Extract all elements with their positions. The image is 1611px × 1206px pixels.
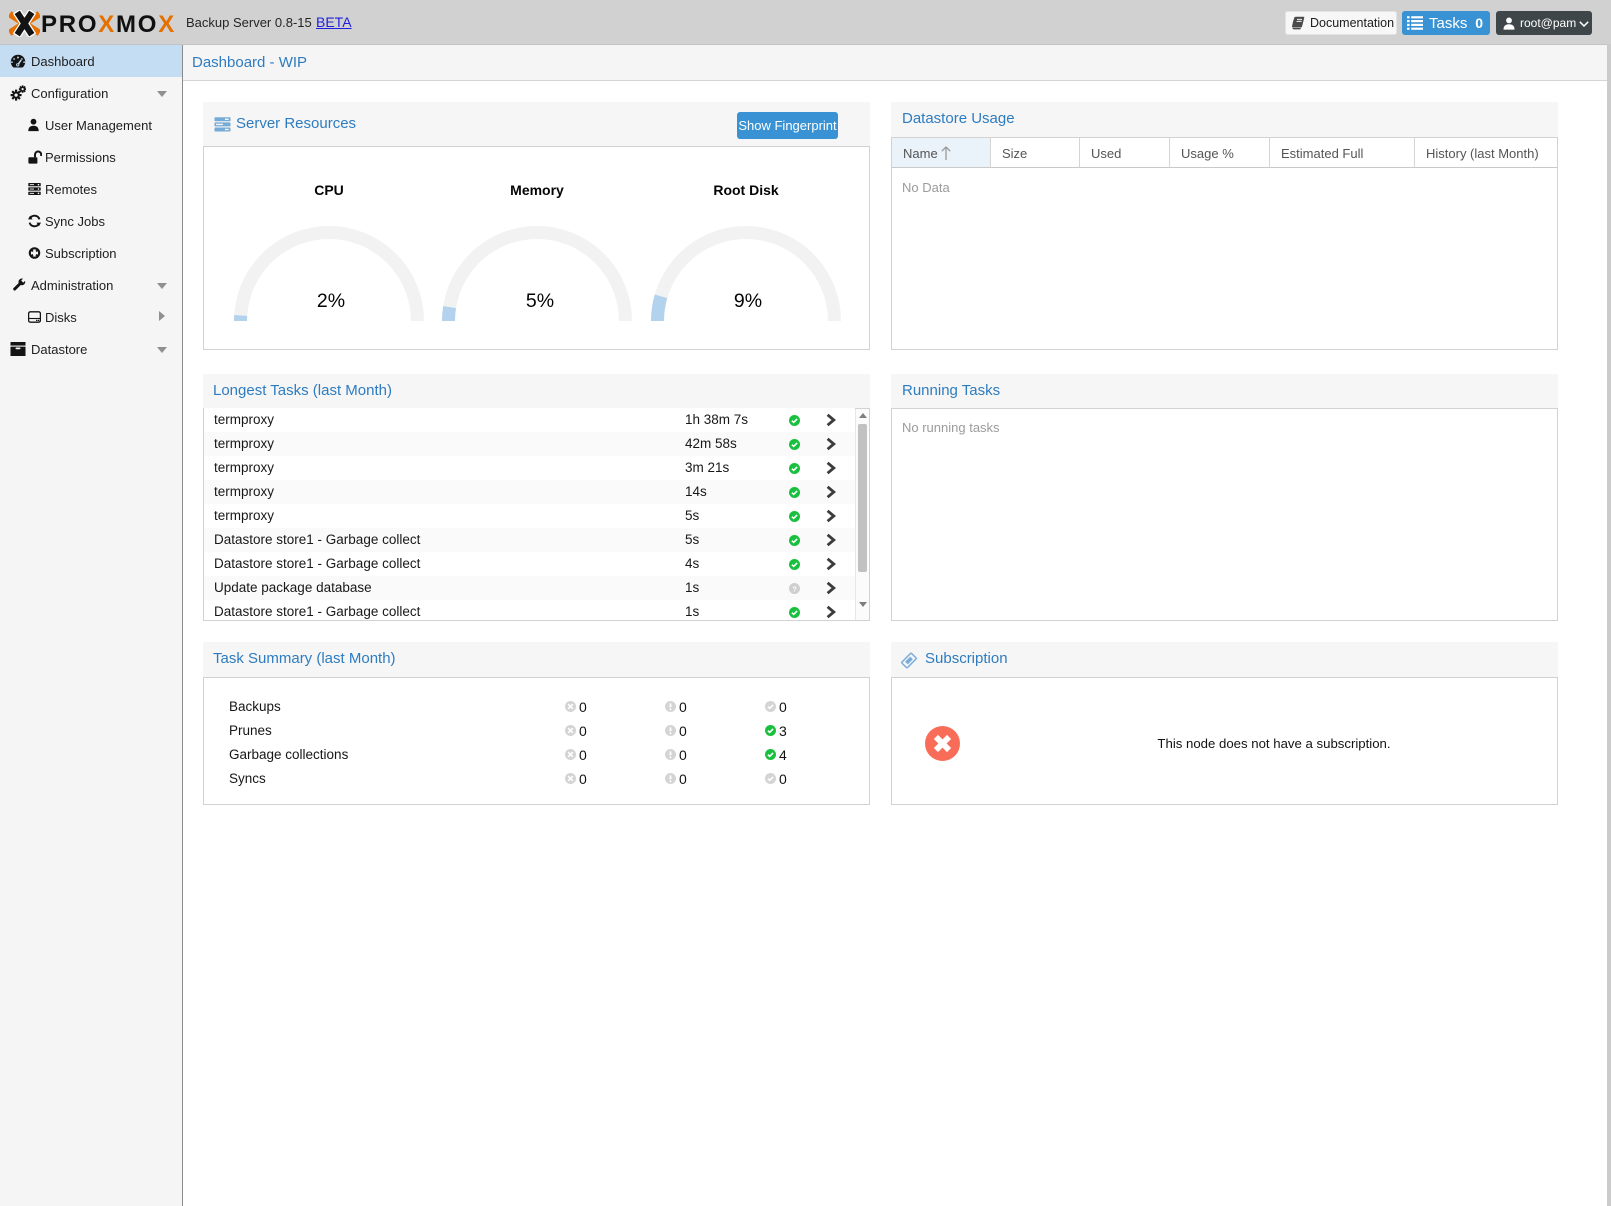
svg-text:?: ? xyxy=(792,584,797,593)
